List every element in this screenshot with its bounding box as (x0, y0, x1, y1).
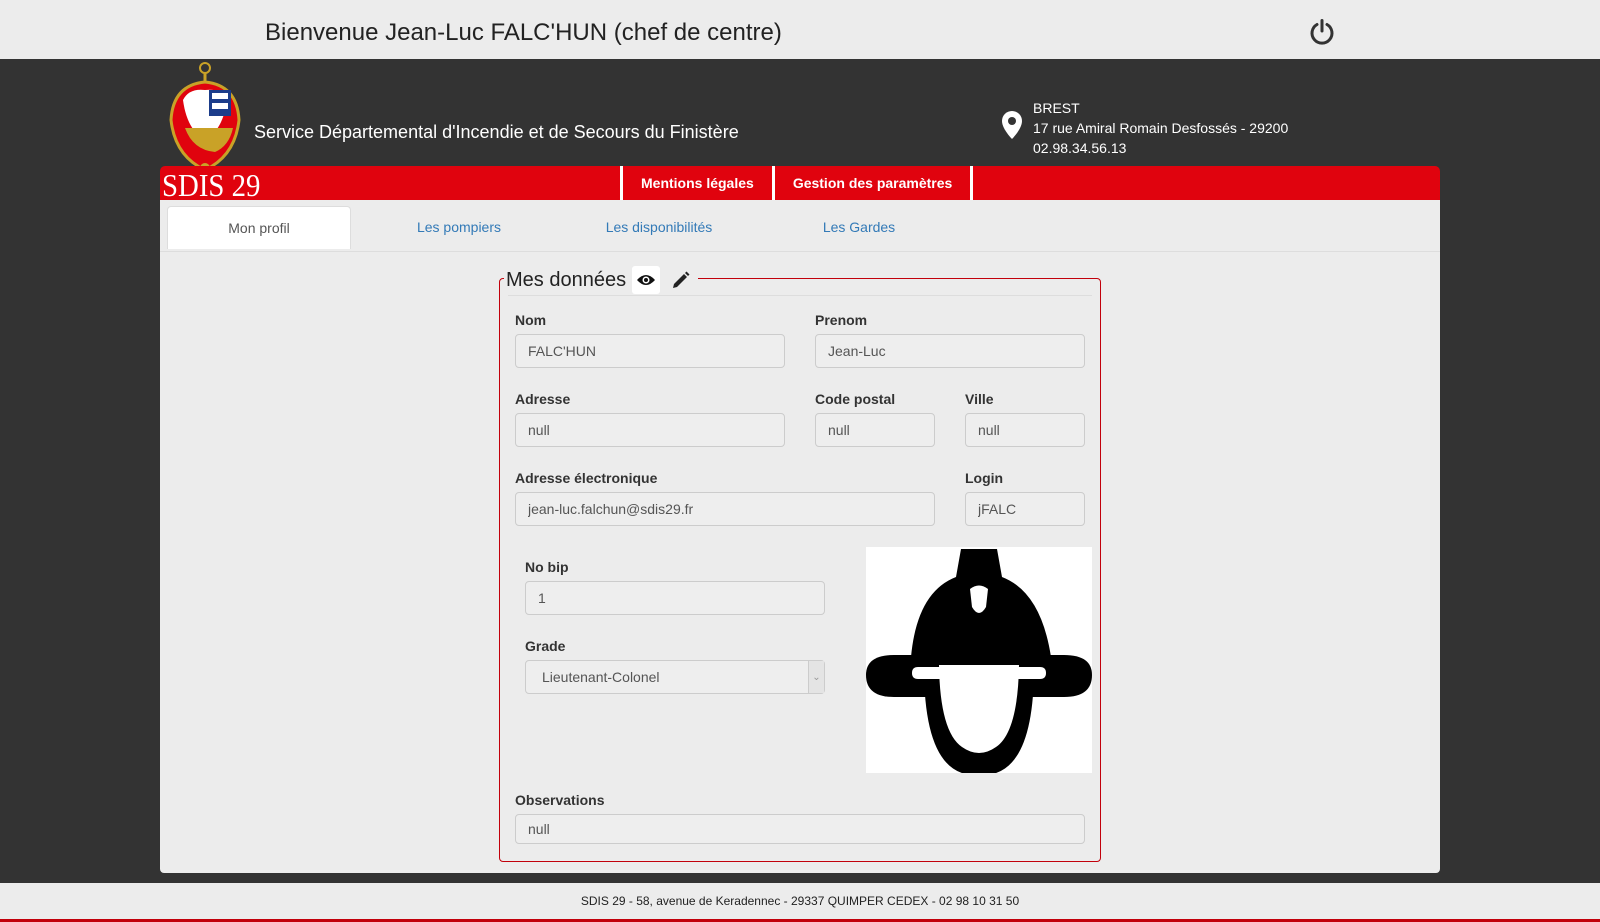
adresse-label: Adresse (515, 391, 571, 407)
pencil-icon[interactable] (668, 267, 694, 293)
location-pin-icon (1000, 110, 1024, 140)
email-label: Adresse électronique (515, 470, 658, 486)
address-phone: 02.98.34.56.13 (1033, 140, 1127, 156)
address-street: 17 rue Amiral Romain Desfossés - 29200 (1033, 120, 1289, 136)
center-address: BREST 17 rue Amiral Romain Desfossés - 2… (1033, 98, 1288, 158)
sdis-wordmark: SDIS 29 (162, 167, 261, 203)
tab-les-disponibilites[interactable]: Les disponibilités (567, 206, 751, 248)
address-city: BREST (1033, 100, 1080, 116)
email-field[interactable] (515, 492, 935, 526)
legend-divider (508, 295, 1092, 296)
top-bar: Bienvenue Jean-Luc FALC'HUN (chef de cen… (0, 0, 1600, 59)
tab-les-gardes[interactable]: Les Gardes (767, 206, 951, 248)
code-postal-field[interactable] (815, 413, 935, 447)
nav-gestion-parametres[interactable]: Gestion des paramètres (771, 166, 974, 200)
grade-selected-value: Lieutenant-Colonel (542, 669, 660, 685)
profile-fieldset: Mes données Nom Prenom Adresse Co (499, 265, 1101, 862)
prenom-field[interactable] (815, 334, 1085, 368)
nav-links: Mentions légales Gestion des paramètres (620, 166, 974, 200)
nom-field[interactable] (515, 334, 785, 368)
tab-mon-profil[interactable]: Mon profil (167, 206, 351, 249)
chevron-down-icon: ⌄ (808, 661, 824, 693)
login-label: Login (965, 470, 1004, 486)
content-panel: Mon profil Les pompiers Les disponibilit… (160, 200, 1440, 873)
code-postal-label: Code postal (815, 391, 896, 407)
no-bip-label: No bip (525, 559, 569, 575)
firefighter-helmet-icon (866, 547, 1092, 776)
tab-les-pompiers[interactable]: Les pompiers (367, 206, 551, 248)
welcome-message: Bienvenue Jean-Luc FALC'HUN (chef de cen… (265, 19, 782, 46)
observations-field[interactable] (515, 814, 1085, 844)
ville-label: Ville (965, 391, 994, 407)
eye-icon[interactable] (632, 266, 661, 294)
tab-bar: Mon profil Les pompiers Les disponibilit… (160, 200, 1440, 252)
footer-text: SDIS 29 - 58, avenue de Keradennec - 293… (580, 894, 1020, 908)
fieldset-legend: Mes données (504, 265, 699, 295)
service-title: Service Départemental d'Incendie et de S… (254, 122, 739, 142)
ville-field[interactable] (965, 413, 1085, 447)
no-bip-field[interactable] (525, 581, 825, 615)
sdis-logo (163, 60, 253, 180)
nom-label: Nom (515, 312, 547, 328)
main-nav: SDIS 29 Mentions légales Gestion des par… (160, 166, 1440, 203)
grade-label: Grade (525, 638, 566, 654)
power-icon[interactable] (1308, 18, 1336, 46)
observations-label: Observations (515, 792, 605, 808)
legend-title: Mes données (506, 268, 627, 291)
login-field[interactable] (965, 492, 1085, 526)
prenom-label: Prenom (815, 312, 868, 328)
grade-select[interactable]: Lieutenant-Colonel ⌄ (525, 660, 825, 694)
nav-mentions-legales[interactable]: Mentions légales (620, 166, 772, 200)
footer: SDIS 29 - 58, avenue de Keradennec - 293… (0, 883, 1600, 922)
adresse-field[interactable] (515, 413, 785, 447)
